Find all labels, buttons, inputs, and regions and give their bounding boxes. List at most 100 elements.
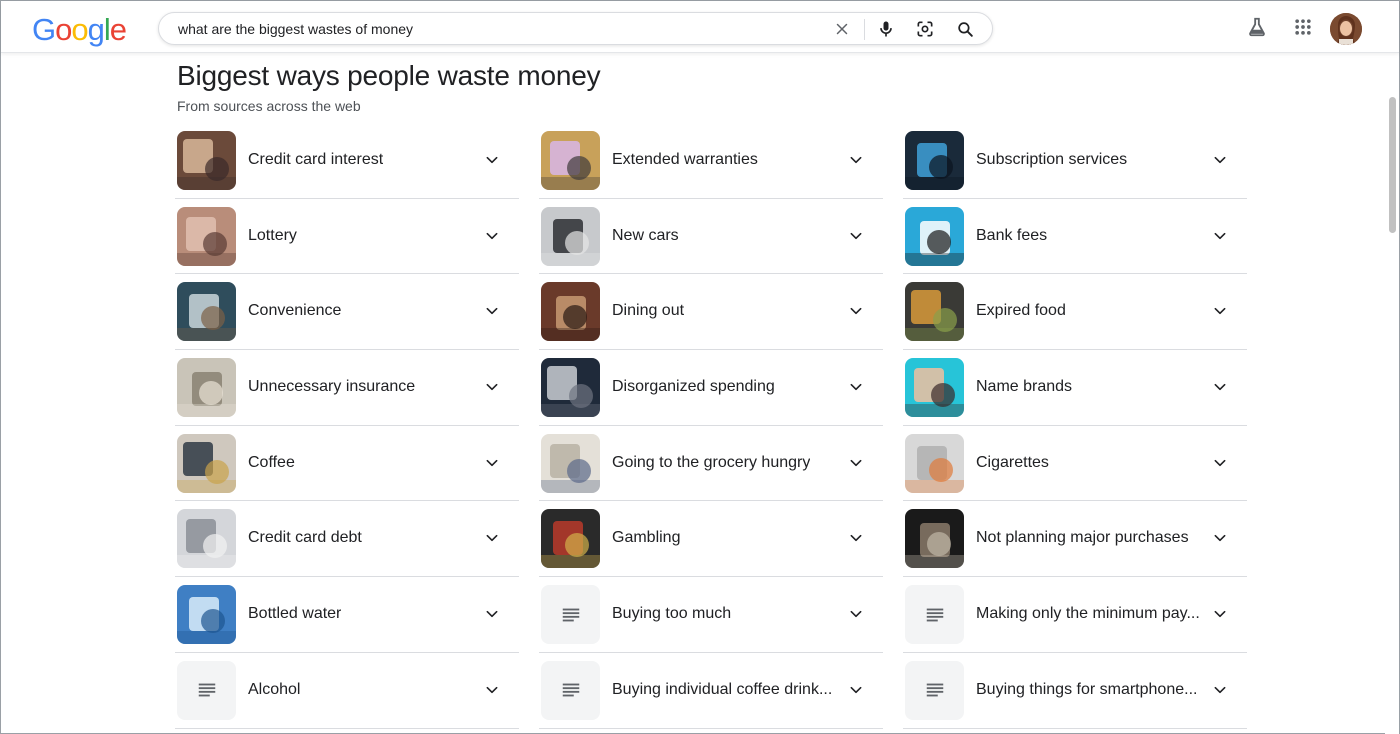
result-thumbnail (905, 282, 964, 342)
result-item[interactable]: Convenience (175, 274, 519, 351)
chevron-down-icon[interactable] (845, 149, 867, 171)
scrollbar-thumb[interactable] (1389, 97, 1396, 233)
result-item[interactable]: Name brands (903, 350, 1247, 426)
result-item[interactable]: Credit card debt (175, 501, 519, 578)
result-thumbnail (905, 433, 964, 493)
result-thumbnail (177, 433, 236, 493)
chevron-down-icon[interactable] (845, 452, 867, 474)
result-item-label: Extended warranties (612, 151, 758, 168)
chevron-down-icon[interactable] (845, 376, 867, 398)
account-avatar[interactable] (1330, 13, 1362, 45)
result-item-label: Cigarettes (976, 453, 1049, 471)
result-item[interactable]: Expired food (903, 274, 1247, 351)
search-icon[interactable] (953, 17, 977, 41)
logo-letter: e (109, 12, 127, 47)
result-item[interactable]: Making only the minimum pay... (903, 577, 1247, 653)
result-item[interactable]: Bottled water (175, 577, 519, 653)
chevron-down-icon[interactable] (481, 603, 503, 625)
chevron-down-icon[interactable] (845, 300, 867, 322)
chevron-down-icon[interactable] (1209, 603, 1231, 625)
result-item[interactable]: Not planning major purchases (903, 501, 1247, 578)
result-item[interactable]: Subscription services (903, 123, 1247, 199)
result-item-label: Coffee (248, 453, 295, 471)
microphone-icon[interactable] (874, 17, 898, 41)
result-item-label: Buying individual coffee drink... (612, 680, 833, 698)
chevron-down-icon[interactable] (481, 452, 503, 474)
apps-grid-icon[interactable] (1291, 15, 1315, 39)
logo-letter: g (87, 12, 105, 47)
result-item[interactable]: Bank fees (903, 199, 1247, 275)
document-lines-icon (905, 585, 964, 645)
chevron-down-icon[interactable] (1209, 527, 1231, 549)
result-item-label: Gambling (612, 529, 681, 547)
result-item-label: Buying too much (612, 605, 732, 623)
chevron-down-icon[interactable] (1209, 452, 1231, 474)
page-scrollbar[interactable] (1385, 53, 1399, 734)
result-item-label: Going to the grocery hungry (612, 453, 811, 471)
document-lines-icon (177, 660, 236, 720)
close-icon[interactable] (830, 17, 854, 41)
chevron-down-icon[interactable] (1209, 679, 1231, 701)
result-item[interactable]: New cars (539, 199, 883, 275)
result-item[interactable]: Cigarettes (903, 426, 1247, 502)
document-lines-icon (541, 660, 600, 720)
chevron-down-icon[interactable] (481, 376, 503, 398)
chevron-down-icon[interactable] (845, 527, 867, 549)
result-item[interactable]: Credit card interest (175, 123, 519, 199)
results-column-3: Subscription services Bank fees Expired fo… (903, 123, 1247, 729)
chevron-down-icon[interactable] (481, 300, 503, 322)
chevron-down-icon[interactable] (481, 149, 503, 171)
search-input[interactable] (178, 19, 798, 39)
result-thumbnail (177, 206, 236, 266)
results-column-2: Extended warranties New cars Dining out Dis… (539, 123, 883, 729)
chevron-down-icon[interactable] (481, 225, 503, 247)
result-thumbnail (177, 509, 236, 569)
result-item-label: Credit card debt (248, 529, 362, 547)
result-item[interactable]: Lottery (175, 199, 519, 275)
result-item[interactable]: Gambling (539, 501, 883, 578)
result-item[interactable]: Alcohol (175, 653, 519, 729)
result-item[interactable]: Extended warranties (539, 123, 883, 199)
result-thumbnail (177, 585, 236, 645)
result-thumbnail (541, 131, 600, 190)
result-item-label: Not planning major purchases (976, 529, 1189, 547)
lens-camera-icon[interactable] (913, 17, 937, 41)
result-thumbnail (177, 358, 236, 418)
logo-letter: o (55, 12, 72, 47)
result-item[interactable]: Buying things for smartphone... (903, 653, 1247, 729)
result-item[interactable]: Unnecessary insurance (175, 350, 519, 426)
result-thumbnail (905, 131, 964, 190)
results-panel: Biggest ways people waste money From sou… (1, 53, 1385, 734)
result-item[interactable]: Disorganized spending (539, 350, 883, 426)
chevron-down-icon[interactable] (1209, 225, 1231, 247)
labs-flask-icon[interactable] (1245, 15, 1269, 39)
result-item[interactable]: Coffee (175, 426, 519, 502)
result-item-label: Convenience (248, 302, 342, 320)
result-thumbnail (541, 433, 600, 493)
result-thumbnail (905, 509, 964, 569)
chevron-down-icon[interactable] (845, 225, 867, 247)
chevron-down-icon[interactable] (481, 679, 503, 701)
result-item-label: Bank fees (976, 226, 1048, 244)
result-thumbnail (177, 282, 236, 342)
result-item[interactable]: Buying too much (539, 577, 883, 653)
result-item[interactable]: Dining out (539, 274, 883, 351)
chevron-down-icon[interactable] (845, 603, 867, 625)
top-bar: Google (1, 1, 1399, 53)
result-item[interactable]: Buying individual coffee drink... (539, 653, 883, 729)
google-logo[interactable]: Google (32, 12, 127, 48)
result-thumbnail (905, 206, 964, 266)
result-item-label: Lottery (248, 226, 297, 244)
chevron-down-icon[interactable] (845, 679, 867, 701)
search-box[interactable] (158, 12, 993, 45)
chevron-down-icon[interactable] (1209, 300, 1231, 322)
document-lines-icon (905, 660, 964, 720)
chevron-down-icon[interactable] (481, 527, 503, 549)
result-item[interactable]: Going to the grocery hungry (539, 426, 883, 502)
chevron-down-icon[interactable] (1209, 376, 1231, 398)
result-thumbnail (541, 282, 600, 342)
chevron-down-icon[interactable] (1209, 149, 1231, 171)
result-thumbnail (541, 206, 600, 266)
result-item-label: Subscription services (976, 151, 1128, 168)
logo-letter: G (32, 12, 56, 47)
